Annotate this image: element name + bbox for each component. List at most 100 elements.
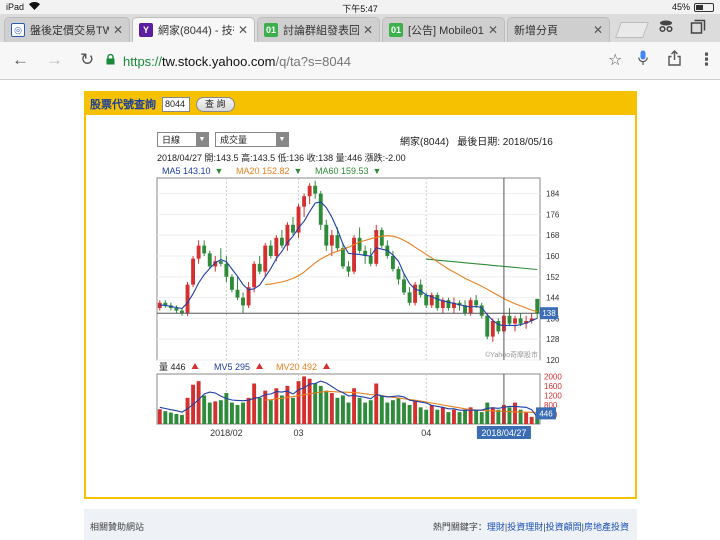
volume-bar: [346, 402, 351, 424]
volume-bar: [446, 412, 451, 424]
browser-toolbar: ← → ↻ https://tw.stock.yahoo.com/q/ta?s=…: [0, 42, 720, 80]
tab-switcher-icon[interactable]: [690, 19, 706, 39]
candle-body: [263, 245, 268, 272]
price-tick-label: 176: [546, 210, 560, 219]
tab-yahoo[interactable]: Y 網家(8044) - 技術 ✕: [132, 17, 255, 42]
volume-bar: [496, 409, 501, 424]
reload-icon[interactable]: ↻: [80, 50, 94, 70]
lock-icon: [106, 53, 115, 68]
candle-body: [268, 245, 273, 256]
candle-body: [174, 308, 179, 311]
yahoo-icon: Y: [139, 23, 153, 37]
candle-body: [224, 263, 229, 277]
yahoo-watermark: ©Yahoo奇摩股市: [485, 350, 538, 359]
candle-body: [518, 318, 523, 324]
price-tick-label: 160: [546, 252, 560, 261]
keyword-link[interactable]: 理財: [487, 522, 505, 532]
tab-title: 網家(8044) - 技術: [158, 25, 234, 37]
volume-bar: [257, 397, 262, 424]
url-path: /q/ta?s=8044: [275, 53, 352, 69]
share-icon[interactable]: [668, 50, 681, 71]
candle-body: [279, 237, 284, 246]
candle-body: [357, 237, 362, 251]
volume-bar: [440, 407, 445, 424]
incognito-icon[interactable]: [658, 19, 674, 37]
keyword-link[interactable]: 投資顧問: [546, 522, 582, 532]
close-icon[interactable]: ✕: [238, 23, 248, 37]
keyword-link[interactable]: 房地產投資: [584, 522, 629, 532]
volume-bar: [174, 414, 179, 424]
volume-bar: [274, 388, 279, 424]
volume-bar: [229, 402, 234, 424]
candle-body: [302, 196, 307, 207]
candle-body: [335, 235, 340, 249]
close-icon[interactable]: ✕: [488, 23, 498, 37]
volume-marker-label: 446: [539, 409, 553, 418]
tab-title: [公告] Mobile01: [408, 25, 484, 37]
volume-bar: [235, 404, 240, 424]
microphone-icon[interactable]: [638, 50, 648, 71]
close-icon[interactable]: ✕: [593, 23, 603, 37]
volume-bar: [218, 400, 223, 424]
volume-bar: [452, 409, 456, 424]
candle-body: [257, 263, 262, 272]
candle-body: [229, 276, 234, 290]
new-tab-button[interactable]: [615, 22, 649, 38]
volume-bar: [407, 404, 412, 424]
candlestick-chart[interactable]: 2018/02030418417616816015214413612812020…: [86, 93, 635, 497]
candle-body: [368, 256, 373, 264]
volume-tick-label: 1600: [544, 382, 562, 391]
price-tick-label: 120: [546, 356, 560, 365]
volume-bar: [402, 402, 406, 424]
candle-body: [418, 284, 423, 295]
close-icon[interactable]: ✕: [363, 23, 373, 37]
volume-bar: [524, 412, 529, 424]
candle-body: [241, 297, 245, 306]
volume-bar: [490, 407, 495, 424]
volume-bar: [352, 388, 356, 424]
tab-mobile01-reply[interactable]: 01 討論群組發表回覆 ✕: [257, 17, 380, 42]
candle-body: [329, 235, 334, 246]
volume-bar: [168, 412, 173, 424]
x-tick-label: 03: [294, 428, 304, 438]
volume-bar: [157, 409, 162, 424]
price-marker-label: 138: [542, 309, 556, 318]
volume-bar: [163, 411, 168, 424]
candle-body: [513, 318, 517, 324]
tab-new[interactable]: 新增分頁 ✕: [507, 17, 610, 42]
tab-mobile01-notice[interactable]: 01 [公告] Mobile01 ✕: [382, 17, 505, 42]
candle-body: [235, 289, 240, 298]
candle-body: [352, 237, 356, 272]
candle-body: [507, 315, 512, 324]
back-icon[interactable]: ←: [12, 50, 29, 70]
candle-body: [207, 253, 212, 267]
volume-bar: [202, 395, 207, 424]
candle-body: [402, 279, 406, 293]
bookmark-star-icon[interactable]: ☆: [608, 50, 622, 70]
mv20-legend-label: MV20 492: [276, 362, 317, 372]
volume-bar: [335, 397, 340, 424]
forward-icon[interactable]: →: [46, 50, 63, 70]
volume-bar: [363, 402, 368, 424]
menu-icon[interactable]: ⋮: [698, 50, 715, 70]
hot-keywords-label: 熱門關鍵字：: [432, 522, 487, 532]
candle-body: [485, 315, 490, 337]
volume-bar: [529, 416, 534, 424]
candle-body: [252, 263, 257, 288]
volume-bar: [479, 412, 484, 424]
status-bar: iPad 下午5:47 45%: [0, 0, 720, 14]
candle-body: [346, 266, 351, 272]
candle-body: [407, 292, 412, 303]
close-icon[interactable]: ✕: [113, 23, 123, 37]
tab-twse[interactable]: ◎ 盤後定價交易TWS ✕: [4, 17, 130, 42]
page-footer: 相關贊助網站 熱門關鍵字：理財|投資理財|投資顧問|房地產投資: [84, 509, 637, 540]
volume-bar: [379, 395, 384, 424]
candle-body: [390, 256, 395, 269]
candle-body: [490, 321, 495, 337]
volume-bar: [329, 393, 334, 424]
volume-bar: [180, 414, 184, 424]
mobile01-icon: 01: [389, 23, 403, 37]
candle-body: [474, 300, 479, 306]
address-bar[interactable]: https://tw.stock.yahoo.com/q/ta?s=8044: [106, 49, 666, 73]
keyword-link[interactable]: 投資理財: [507, 522, 543, 532]
